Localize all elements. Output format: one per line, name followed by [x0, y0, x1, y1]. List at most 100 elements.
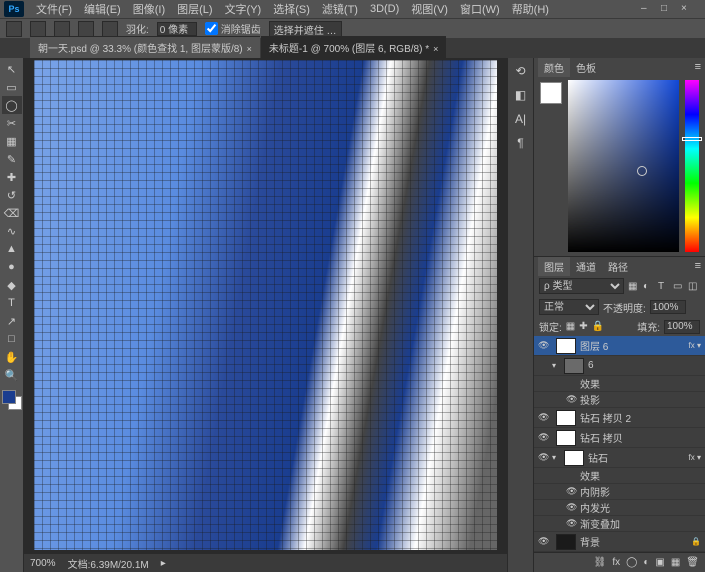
lasso-tool[interactable]: ◯: [2, 96, 22, 114]
menu-type[interactable]: 文字(Y): [219, 1, 268, 17]
layer-row[interactable]: 👁内阴影: [534, 484, 705, 500]
history-icon[interactable]: ⟲: [512, 62, 530, 80]
pen-tool[interactable]: ◆: [2, 276, 22, 294]
lock-all-icon[interactable]: 🔒: [592, 321, 604, 332]
layer-filter-select[interactable]: ρ 类型: [539, 278, 624, 294]
layer-row[interactable]: 👁内发光: [534, 500, 705, 516]
hue-slider[interactable]: [685, 80, 699, 252]
menu-window[interactable]: 窗口(W): [454, 1, 506, 17]
spot-heal-tool[interactable]: ✚: [2, 168, 22, 186]
visibility-icon[interactable]: 👁: [538, 536, 552, 547]
layer-mask-icon[interactable]: ◯: [626, 557, 637, 568]
eyedropper-tool[interactable]: ✎: [2, 150, 22, 168]
minimize-button[interactable]: –: [641, 3, 653, 15]
layer-name[interactable]: 内阴影: [580, 484, 610, 499]
fill-input[interactable]: [664, 320, 700, 334]
layer-name[interactable]: 效果: [580, 468, 600, 483]
layer-row[interactable]: 👁钻石 拷贝: [534, 428, 705, 448]
color-picker[interactable]: [534, 76, 705, 256]
foreground-color-swatch[interactable]: [2, 390, 16, 404]
clone-tool[interactable]: ⌫: [2, 204, 22, 222]
layer-row[interactable]: 👁投影: [534, 392, 705, 408]
menu-edit[interactable]: 编辑(E): [78, 1, 127, 17]
menu-image[interactable]: 图像(I): [127, 1, 171, 17]
layer-name[interactable]: 6: [588, 360, 594, 371]
document-tab-1[interactable]: 朝一天.psd @ 33.3% (颜色查找 1, 图层蒙版/8)×: [30, 36, 260, 58]
menu-3d[interactable]: 3D(D): [364, 3, 405, 15]
layer-name[interactable]: 效果: [580, 376, 600, 391]
status-arrow-icon[interactable]: ▸: [161, 558, 166, 569]
filter-shape-icon[interactable]: ▭: [673, 281, 685, 292]
fx-badge[interactable]: fx ▾: [689, 453, 701, 462]
layer-thumbnail[interactable]: [556, 534, 576, 550]
fx-badge[interactable]: fx ▾: [689, 341, 701, 350]
document-size[interactable]: 文档:6.39M/20.1M: [68, 556, 149, 571]
menu-select[interactable]: 选择(S): [267, 1, 316, 17]
layer-name[interactable]: 内发光: [580, 500, 610, 515]
close-button[interactable]: ×: [681, 3, 693, 15]
character-icon[interactable]: A|: [512, 110, 530, 128]
menu-help[interactable]: 帮助(H): [506, 1, 555, 17]
menu-view[interactable]: 视图(V): [405, 1, 454, 17]
move-tool[interactable]: ↖: [2, 60, 22, 78]
opacity-input[interactable]: [650, 300, 686, 314]
frame-tool[interactable]: ▦: [2, 132, 22, 150]
select-and-mask-button[interactable]: 选择并遮住 …: [269, 21, 342, 37]
canvas-area[interactable]: [24, 58, 507, 554]
new-layer-icon[interactable]: ▦: [671, 557, 680, 568]
new-group-icon[interactable]: ▣: [655, 557, 664, 568]
shape-tool[interactable]: □: [2, 330, 22, 348]
selection-subtract-icon[interactable]: [78, 21, 94, 37]
visibility-icon[interactable]: 👁: [538, 412, 552, 423]
filter-image-icon[interactable]: ▦: [628, 281, 640, 292]
tab-paths[interactable]: 路径: [602, 257, 634, 276]
feather-input[interactable]: [157, 22, 197, 36]
antialias-checkbox[interactable]: 消除锯齿: [205, 21, 261, 36]
layer-row[interactable]: 👁 钻石 拷贝 2: [534, 408, 705, 428]
visibility-icon[interactable]: 👁: [538, 452, 552, 463]
path-tool[interactable]: ↗: [2, 312, 22, 330]
blur-tool[interactable]: ●: [2, 258, 22, 276]
document-tab-2[interactable]: 未标题-1 @ 700% (图层 6, RGB/8) *×: [261, 36, 446, 58]
visibility-icon[interactable]: 👁: [538, 340, 552, 351]
layer-name[interactable]: 钻石: [588, 450, 608, 465]
zoom-tool[interactable]: 🔍: [2, 366, 22, 384]
visibility-icon[interactable]: 👁: [566, 502, 580, 513]
filter-type-icon[interactable]: T: [658, 281, 670, 292]
canvas[interactable]: [34, 60, 497, 550]
filter-smart-icon[interactable]: ◫: [688, 281, 700, 292]
layer-thumbnail[interactable]: [556, 410, 576, 426]
expand-icon[interactable]: ▾: [552, 453, 560, 462]
layer-fx-icon[interactable]: fx: [612, 557, 620, 568]
close-icon[interactable]: ×: [247, 44, 252, 54]
color-marker[interactable]: [637, 166, 647, 176]
menu-layer[interactable]: 图层(L): [171, 1, 218, 17]
layer-name[interactable]: 钻石 拷贝 2: [580, 410, 631, 425]
layer-row[interactable]: 👁▾ 钻石 fx ▾: [534, 448, 705, 468]
color-field[interactable]: [568, 80, 679, 252]
gradient-tool[interactable]: ▲: [2, 240, 22, 258]
type-tool[interactable]: T: [2, 294, 22, 312]
layer-row[interactable]: 效果: [534, 468, 705, 484]
layer-name[interactable]: 投影: [580, 392, 600, 407]
close-icon[interactable]: ×: [433, 44, 438, 54]
paragraph-icon[interactable]: ¶: [512, 134, 530, 152]
layer-name[interactable]: 背景: [580, 534, 600, 549]
layer-row[interactable]: 👁背景🔒: [534, 532, 705, 552]
crop-tool[interactable]: ✂: [2, 114, 22, 132]
color-swatches[interactable]: [2, 390, 21, 414]
properties-icon[interactable]: ◧: [512, 86, 530, 104]
selection-add-icon[interactable]: [54, 21, 70, 37]
tab-channels[interactable]: 通道: [570, 257, 602, 276]
panel-menu-icon[interactable]: ≡: [691, 260, 705, 272]
brush-tool[interactable]: ↺: [2, 186, 22, 204]
filter-adjust-icon[interactable]: ◐: [643, 281, 655, 292]
layer-thumbnail[interactable]: [564, 358, 584, 374]
menu-file[interactable]: 文件(F): [30, 1, 78, 17]
layer-name[interactable]: 渐变叠加: [580, 516, 620, 531]
layer-thumbnail[interactable]: [564, 450, 584, 466]
selection-new-icon[interactable]: [30, 21, 46, 37]
zoom-level[interactable]: 700%: [30, 558, 56, 569]
tab-layers[interactable]: 图层: [538, 257, 570, 276]
hue-marker[interactable]: [682, 137, 702, 141]
